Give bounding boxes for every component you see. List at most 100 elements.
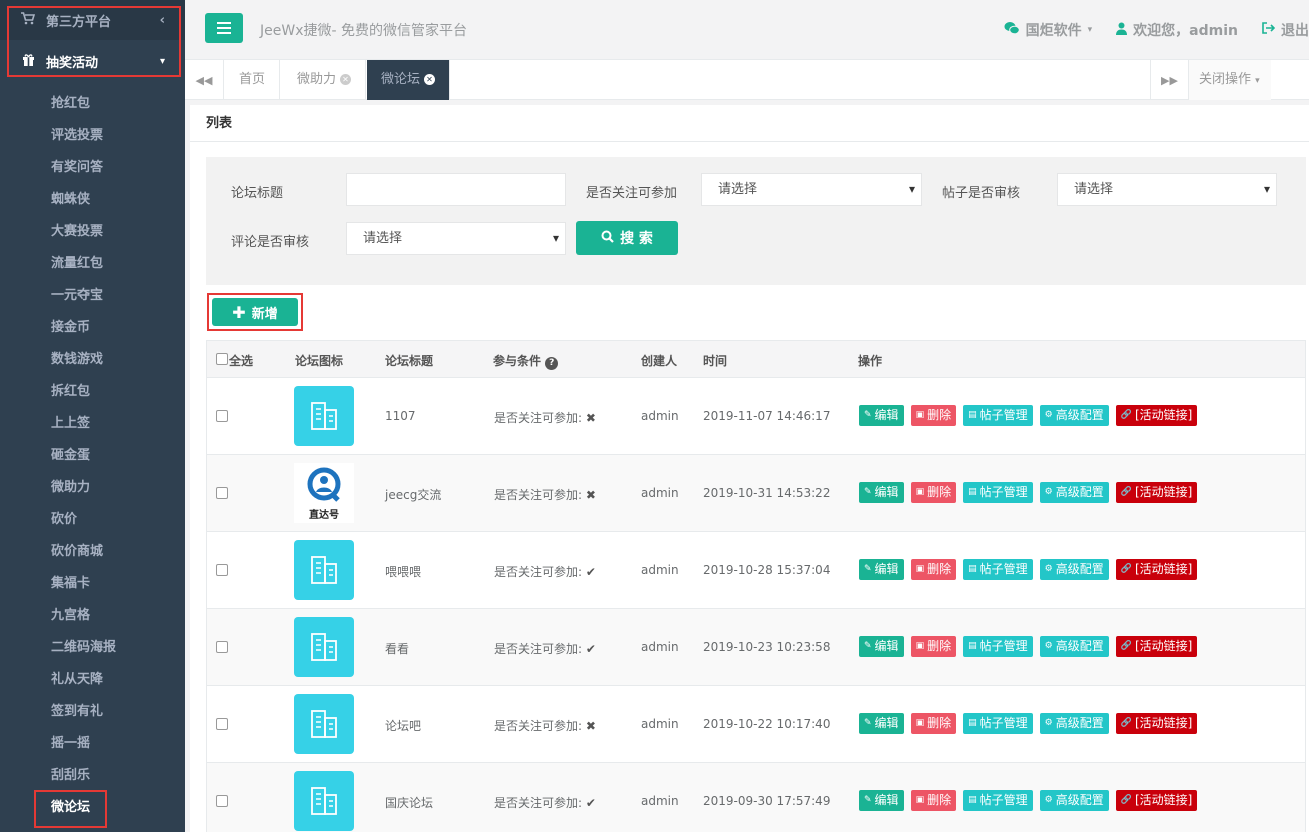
delete-button[interactable]: ▣ 删除: [910, 713, 957, 734]
posts-manage-button[interactable]: ▤ 帖子管理: [963, 790, 1033, 811]
posts-manage-button[interactable]: ▤ 帖子管理: [963, 559, 1033, 580]
delete-button[interactable]: ▣ 删除: [910, 636, 957, 657]
sidebar-item[interactable]: 礼从天降: [0, 664, 185, 696]
sidebar-item[interactable]: 抢红包: [0, 88, 185, 120]
sidebar-item[interactable]: 集福卡: [0, 568, 185, 600]
search-button[interactable]: 搜 索: [576, 221, 678, 255]
delete-label: 删除: [927, 639, 952, 653]
edit-button[interactable]: ✎ 编辑: [859, 482, 904, 503]
edit-button[interactable]: ✎ 编辑: [859, 790, 904, 811]
advanced-config-button[interactable]: ⚙ 高级配置: [1039, 636, 1109, 657]
question-circle-icon[interactable]: ?: [545, 357, 559, 370]
sidebar-item[interactable]: 砸金蛋: [0, 440, 185, 472]
sidebar-item[interactable]: 砍价商城: [0, 536, 185, 568]
advanced-config-button[interactable]: ⚙ 高级配置: [1039, 559, 1109, 580]
activity-link-button[interactable]: 🔗 [活动链接]: [1115, 405, 1198, 426]
sidebar-item[interactable]: 接金币: [0, 312, 185, 344]
edit-button[interactable]: ✎ 编辑: [859, 559, 904, 580]
row-actions: ✎ 编辑 ▣ 删除 ▤ 帖子管理 ⚙ 高级配置 🔗 [活动链接]: [859, 405, 1198, 426]
posts-manage-button[interactable]: ▤ 帖子管理: [963, 482, 1033, 503]
comment-review-label: 评论是否审核: [231, 235, 310, 250]
select-all-checkbox[interactable]: [216, 353, 228, 365]
sidebar-item[interactable]: 拆红包: [0, 376, 185, 408]
posts-label: 帖子管理: [979, 562, 1028, 576]
tab-scroll-left-button[interactable]: ◀◀: [185, 60, 224, 100]
advanced-config-button[interactable]: ⚙ 高级配置: [1039, 405, 1109, 426]
menu-toggle-button[interactable]: [205, 13, 243, 43]
row-checkbox[interactable]: [216, 564, 228, 576]
condition-cell: 是否关注可参加: ✔: [494, 640, 596, 657]
creator-cell: admin: [641, 563, 679, 577]
edit-icon: ✎: [864, 718, 872, 728]
post-review-select[interactable]: 请选择: [1057, 173, 1277, 206]
company-menu[interactable]: 国炬软件 ▾: [1004, 20, 1092, 40]
tab-zhuli[interactable]: 微助力 ✕: [283, 60, 367, 100]
row-actions: ✎ 编辑 ▣ 删除 ▤ 帖子管理 ⚙ 高级配置 🔗 [活动链接]: [859, 482, 1198, 503]
column-header-label: 参与条件: [493, 354, 542, 368]
add-button[interactable]: ✚ 新增: [212, 298, 298, 326]
table-row: 1107 是否关注可参加: ✖ admin 2019-11-07 14:46:17 ✎ 编…: [206, 378, 1306, 455]
forum-title-input[interactable]: [346, 173, 566, 206]
delete-label: 删除: [927, 716, 952, 730]
condition-label: 是否关注可参加:: [494, 796, 583, 810]
posts-label: 帖子管理: [979, 793, 1028, 807]
sidebar-item[interactable]: 大赛投票: [0, 216, 185, 248]
user-menu[interactable]: 欢迎您，admin: [1116, 20, 1238, 40]
posts-manage-button[interactable]: ▤ 帖子管理: [963, 713, 1033, 734]
activity-link-button[interactable]: 🔗 [活动链接]: [1115, 636, 1198, 657]
sidebar-item[interactable]: 签到有礼: [0, 696, 185, 728]
row-checkbox[interactable]: [216, 641, 228, 653]
sidebar-item[interactable]: 微助力: [0, 472, 185, 504]
sidebar-item[interactable]: 有奖问答: [0, 152, 185, 184]
sidebar-item[interactable]: 一元夺宝: [0, 280, 185, 312]
column-header-ops: 操作: [858, 354, 883, 368]
sidebar-item[interactable]: 数钱游戏: [0, 344, 185, 376]
activity-link-button[interactable]: 🔗 [活动链接]: [1115, 482, 1198, 503]
sidebar-item[interactable]: 上上签: [0, 408, 185, 440]
forum-title-cell: 看看: [385, 642, 410, 656]
advanced-config-button[interactable]: ⚙ 高级配置: [1039, 713, 1109, 734]
sidebar-item[interactable]: 流量红包: [0, 248, 185, 280]
close-icon[interactable]: ✕: [424, 74, 436, 85]
activity-link-button[interactable]: 🔗 [活动链接]: [1115, 559, 1198, 580]
activity-link-button[interactable]: 🔗 [活动链接]: [1115, 790, 1198, 811]
sidebar-item[interactable]: 刮刮乐: [0, 760, 185, 792]
sidebar-item[interactable]: 评选投票: [0, 120, 185, 152]
row-checkbox[interactable]: [216, 795, 228, 807]
posts-manage-button[interactable]: ▤ 帖子管理: [963, 636, 1033, 657]
tab-scroll-right-button[interactable]: ▶▶: [1150, 60, 1189, 100]
follow-select[interactable]: 请选择: [701, 173, 922, 206]
row-checkbox[interactable]: [216, 487, 228, 499]
tab-home[interactable]: 首页: [225, 60, 281, 100]
tab-forum[interactable]: 微论坛 ✕: [367, 60, 451, 100]
sidebar-item[interactable]: 蜘蛛侠: [0, 184, 185, 216]
delete-button[interactable]: ▣ 删除: [910, 405, 957, 426]
link-label: [活动链接]: [1134, 716, 1193, 730]
advanced-config-button[interactable]: ⚙ 高级配置: [1039, 790, 1109, 811]
logout-link[interactable]: 退出: [1262, 20, 1309, 40]
edit-button[interactable]: ✎ 编辑: [859, 636, 904, 657]
post-review-label: 帖子是否审核: [942, 186, 1021, 201]
delete-button[interactable]: ▣ 删除: [910, 559, 957, 580]
file-icon: ▤: [968, 487, 977, 497]
posts-manage-button[interactable]: ▤ 帖子管理: [963, 405, 1033, 426]
sidebar-item[interactable]: 砍价: [0, 504, 185, 536]
sidebar-item[interactable]: 九宫格: [0, 600, 185, 632]
close-operations-menu[interactable]: 关闭操作 ▾: [1189, 60, 1271, 100]
link-icon: 🔗: [1120, 718, 1132, 728]
row-checkbox[interactable]: [216, 410, 228, 422]
panel-title: 列表: [190, 105, 1309, 142]
edit-button[interactable]: ✎ 编辑: [859, 713, 904, 734]
delete-button[interactable]: ▣ 删除: [910, 482, 957, 503]
trash-icon: ▣: [915, 410, 925, 420]
comment-review-select[interactable]: 请选择: [346, 222, 566, 255]
edit-button[interactable]: ✎ 编辑: [859, 405, 904, 426]
activity-link-button[interactable]: 🔗 [活动链接]: [1115, 713, 1198, 734]
advanced-config-button[interactable]: ⚙ 高级配置: [1039, 482, 1109, 503]
sidebar-item[interactable]: 二维码海报: [0, 632, 185, 664]
close-icon[interactable]: ✕: [340, 74, 352, 85]
sidebar-item[interactable]: 摇一摇: [0, 728, 185, 760]
forward-icon: ▶▶: [1161, 73, 1178, 87]
delete-button[interactable]: ▣ 删除: [910, 790, 957, 811]
row-checkbox[interactable]: [216, 718, 228, 730]
